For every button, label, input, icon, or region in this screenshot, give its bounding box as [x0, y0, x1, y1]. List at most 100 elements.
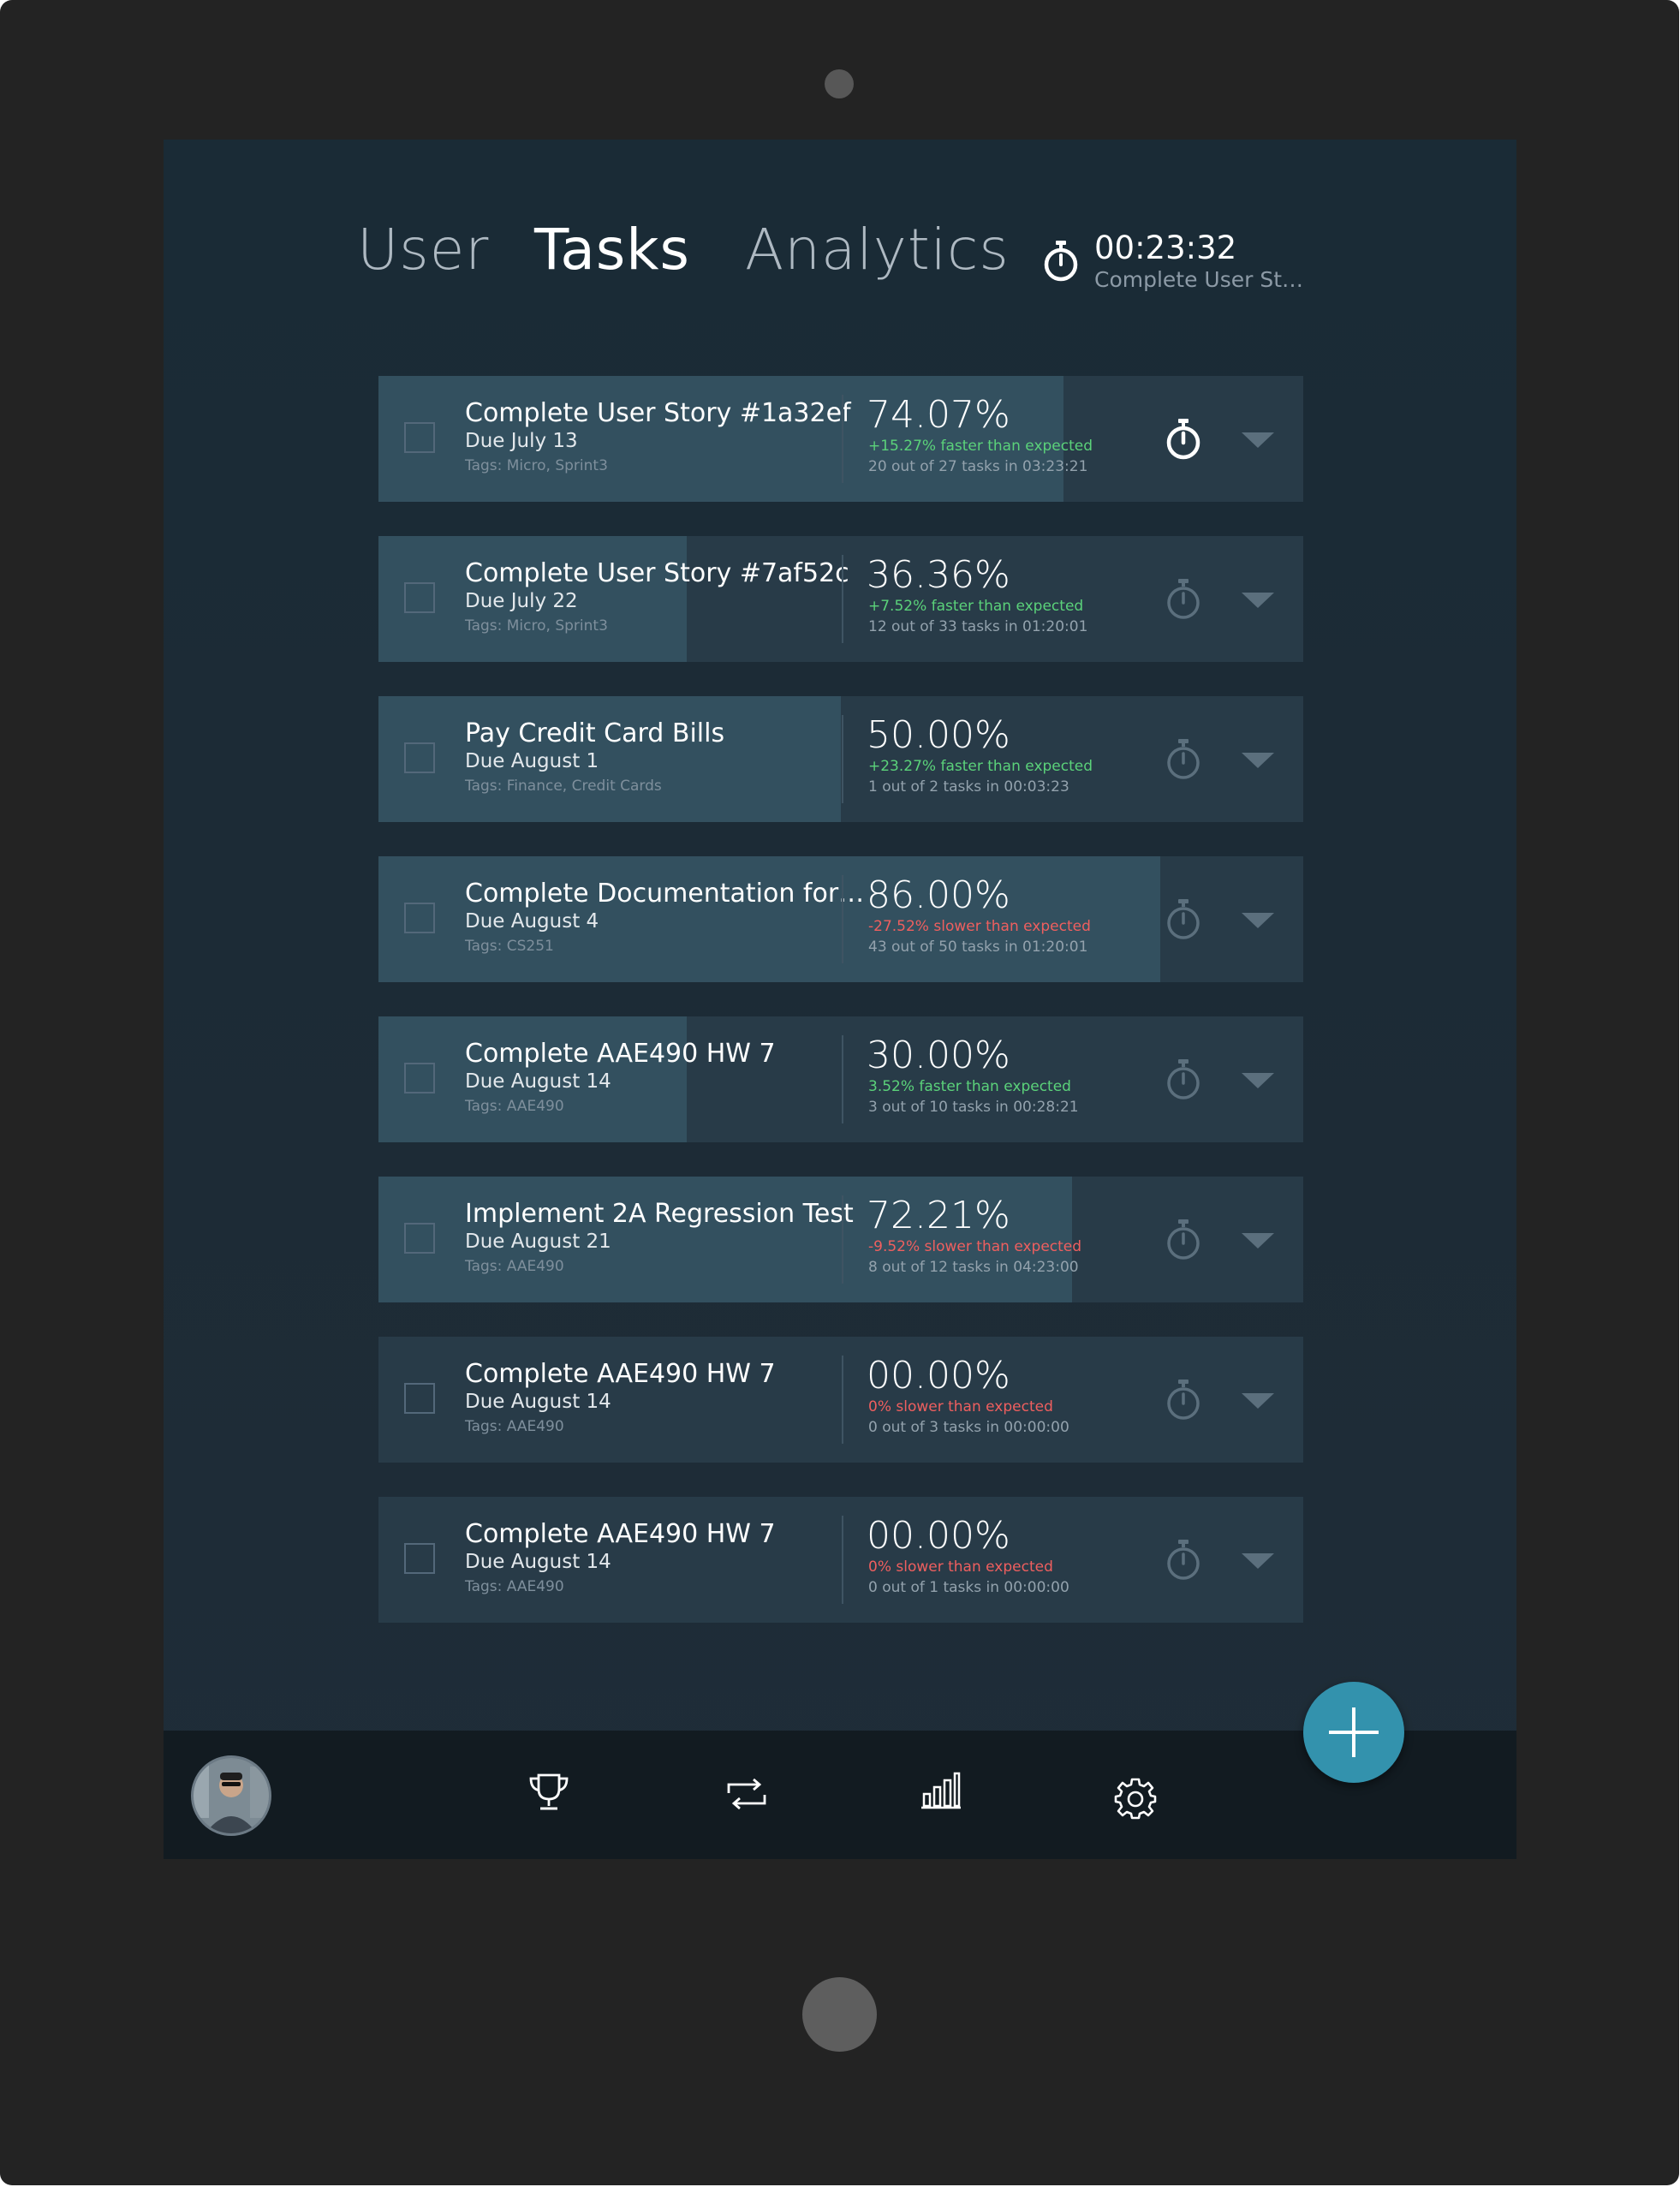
task-row[interactable]: Complete AAE490 HW 7 Due August 14 Tags: A… — [378, 1016, 1303, 1142]
stopwatch-icon[interactable] — [1042, 240, 1080, 283]
task-stats: 0 out of 3 tasks in 00:00:00 — [868, 1419, 1069, 1436]
task-checkbox[interactable] — [404, 1543, 435, 1574]
task-title: Complete AAE490 HW 7 — [465, 1359, 776, 1389]
task-row[interactable]: Complete AAE490 HW 7 Due August 14 Tags: A… — [378, 1497, 1303, 1623]
stopwatch-icon[interactable] — [1165, 1539, 1202, 1582]
stopwatch-icon[interactable] — [1165, 1379, 1202, 1421]
front-camera — [825, 69, 854, 98]
tab-user[interactable]: User — [357, 222, 489, 278]
task-performance: -27.52% slower than expected — [868, 918, 1091, 935]
task-stats: 12 out of 33 tasks in 01:20:01 — [868, 618, 1088, 635]
task-title: Complete User Story #1a32ef — [465, 398, 851, 428]
task-due-date: Due August 1 — [465, 750, 599, 772]
tab-analytics[interactable]: Analytics — [745, 222, 1010, 278]
stopwatch-icon[interactable] — [1165, 1058, 1202, 1101]
chevron-down-icon[interactable] — [1242, 432, 1274, 448]
task-checkbox[interactable] — [404, 582, 435, 613]
task-performance: 0% slower than expected — [868, 1398, 1053, 1415]
task-performance: 3.52% faster than expected — [868, 1078, 1071, 1095]
task-tags: Tags: CS251 — [465, 938, 554, 955]
chevron-down-icon[interactable] — [1242, 593, 1274, 608]
task-tags: Tags: Micro, Sprint3 — [465, 457, 608, 474]
task-performance: -9.52% slower than expected — [868, 1238, 1082, 1255]
avatar[interactable] — [191, 1755, 271, 1836]
active-timer-time: 00:23:32 — [1094, 229, 1237, 266]
active-timer-task: Complete User St… — [1094, 267, 1304, 292]
task-row[interactable]: Complete User Story #1a32ef Due July 13 Ta… — [378, 376, 1303, 502]
task-due-date: Due August 14 — [465, 1070, 611, 1093]
task-tags: Tags: AAE490 — [465, 1578, 564, 1595]
task-percent: 72.21% — [867, 1194, 1010, 1237]
task-stats: 3 out of 10 tasks in 00:28:21 — [868, 1099, 1079, 1116]
task-percent: 86.00% — [867, 873, 1010, 917]
task-percent: 74.07% — [867, 393, 1010, 437]
task-due-date: Due August 14 — [465, 1391, 611, 1413]
row-divider — [842, 875, 843, 963]
plus-icon — [1329, 1707, 1379, 1757]
task-title: Complete Documentation for… — [465, 879, 865, 909]
task-due-date: Due July 13 — [465, 430, 578, 452]
row-divider — [842, 715, 843, 803]
task-checkbox[interactable] — [404, 742, 435, 773]
task-stats: 43 out of 50 tasks in 01:20:01 — [868, 939, 1088, 956]
task-progress-bar — [378, 696, 841, 822]
task-list: Complete User Story #1a32ef Due July 13 Ta… — [378, 376, 1303, 1657]
task-row[interactable]: Complete Documentation for… Due August 4 T… — [378, 856, 1303, 982]
row-divider — [842, 1195, 843, 1284]
chevron-down-icon[interactable] — [1242, 753, 1274, 768]
task-performance: +23.27% faster than expected — [868, 758, 1093, 775]
chevron-down-icon[interactable] — [1242, 1073, 1274, 1088]
task-performance: +15.27% faster than expected — [868, 438, 1093, 455]
task-percent: 00.00% — [867, 1514, 1010, 1558]
stopwatch-icon[interactable] — [1165, 578, 1202, 621]
task-tags: Tags: AAE490 — [465, 1258, 564, 1275]
tablet-frame: User Tasks Analytics 00:23:32 Complete U… — [0, 0, 1679, 2185]
task-stats: 8 out of 12 tasks in 04:23:00 — [868, 1259, 1079, 1276]
chevron-down-icon[interactable] — [1242, 1233, 1274, 1248]
bar-chart-icon[interactable] — [920, 1772, 962, 1809]
row-divider — [842, 1516, 843, 1604]
task-stats: 1 out of 2 tasks in 00:03:23 — [868, 778, 1069, 796]
task-percent: 50.00% — [867, 713, 1010, 757]
gear-icon[interactable] — [1114, 1777, 1157, 1820]
task-stats: 20 out of 27 tasks in 03:23:21 — [868, 458, 1088, 475]
task-percent: 36.36% — [867, 553, 1010, 597]
chevron-down-icon[interactable] — [1242, 1393, 1274, 1409]
task-percent: 30.00% — [867, 1034, 1010, 1077]
task-title: Implement 2A Regression Test — [465, 1199, 854, 1229]
row-divider — [842, 1035, 843, 1123]
home-button[interactable] — [802, 1977, 877, 2052]
tab-tasks[interactable]: Tasks — [534, 222, 690, 278]
task-title: Complete AAE490 HW 7 — [465, 1039, 776, 1069]
task-due-date: Due August 4 — [465, 910, 599, 933]
task-row[interactable]: Complete AAE490 HW 7 Due August 14 Tags: A… — [378, 1337, 1303, 1463]
task-row[interactable]: Complete User Story #7af52c Due July 22 Ta… — [378, 536, 1303, 662]
stopwatch-icon[interactable] — [1165, 1219, 1202, 1261]
task-tags: Tags: AAE490 — [465, 1098, 564, 1115]
task-checkbox[interactable] — [404, 903, 435, 933]
chevron-down-icon[interactable] — [1242, 1553, 1274, 1569]
chevron-down-icon[interactable] — [1242, 913, 1274, 928]
task-checkbox[interactable] — [404, 422, 435, 453]
task-tags: Tags: Micro, Sprint3 — [465, 617, 608, 635]
task-tags: Tags: Finance, Credit Cards — [465, 778, 662, 795]
repeat-icon[interactable] — [725, 1778, 768, 1810]
task-row[interactable]: Implement 2A Regression Test Due August 2… — [378, 1177, 1303, 1302]
task-due-date: Due August 14 — [465, 1551, 611, 1573]
task-checkbox[interactable] — [404, 1383, 435, 1414]
task-tags: Tags: AAE490 — [465, 1418, 564, 1435]
task-stats: 0 out of 1 tasks in 00:00:00 — [868, 1579, 1069, 1596]
app-screen: User Tasks Analytics 00:23:32 Complete U… — [164, 140, 1516, 1859]
add-task-button[interactable] — [1303, 1682, 1404, 1783]
task-title: Complete User Story #7af52c — [465, 558, 849, 588]
stopwatch-icon[interactable] — [1165, 738, 1202, 781]
stopwatch-icon[interactable] — [1165, 418, 1202, 461]
task-row[interactable]: Pay Credit Card Bills Due August 1 Tags: F… — [378, 696, 1303, 822]
stopwatch-icon[interactable] — [1165, 898, 1202, 941]
task-due-date: Due August 21 — [465, 1231, 611, 1253]
task-checkbox[interactable] — [404, 1063, 435, 1094]
row-divider — [842, 1356, 843, 1444]
trophy-icon[interactable] — [527, 1772, 571, 1813]
row-divider — [842, 395, 843, 483]
task-checkbox[interactable] — [404, 1223, 435, 1254]
